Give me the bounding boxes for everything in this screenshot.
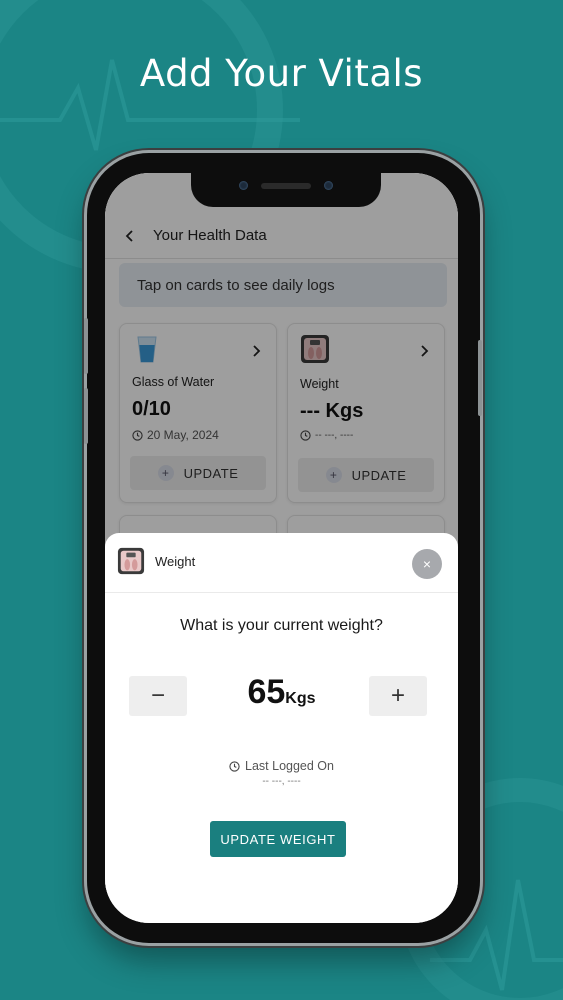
weight-unit: Kgs <box>285 690 316 707</box>
speaker-grille <box>261 183 311 189</box>
weight-question: What is your current weight? <box>180 617 383 634</box>
close-icon: × <box>422 556 432 572</box>
phone-side-button <box>84 318 88 374</box>
phone-notch <box>191 173 381 207</box>
clock-icon <box>229 760 240 772</box>
increment-button[interactable]: + <box>369 676 427 716</box>
front-camera-icon <box>239 181 248 190</box>
close-button[interactable]: × <box>412 549 442 579</box>
weight-bottom-sheet: Weight × What is your current weight? − … <box>105 533 458 923</box>
update-weight-button[interactable]: UPDATE WEIGHT <box>210 821 346 857</box>
minus-icon: − <box>150 682 165 709</box>
phone-power-button <box>478 340 482 416</box>
weight-value-display: 65Kgs <box>205 673 358 712</box>
sheet-header: Weight × <box>105 533 458 593</box>
phone-screen: Your Health Data Tap on cards to see dai… <box>105 173 458 923</box>
plus-icon: + <box>390 682 405 709</box>
last-logged-value: -- ---, ---- <box>262 776 301 787</box>
last-logged-row: Last Logged On <box>105 759 458 773</box>
last-logged-label: Last Logged On <box>245 759 334 773</box>
sheet-title: Weight <box>155 554 196 569</box>
weight-scale-icon <box>117 546 145 576</box>
weight-value: 65 <box>247 673 286 711</box>
phone-side-button <box>84 388 88 444</box>
page-headline: Add Your Vitals <box>139 52 424 95</box>
decrement-button[interactable]: − <box>129 676 187 716</box>
sensor-icon <box>324 181 333 190</box>
